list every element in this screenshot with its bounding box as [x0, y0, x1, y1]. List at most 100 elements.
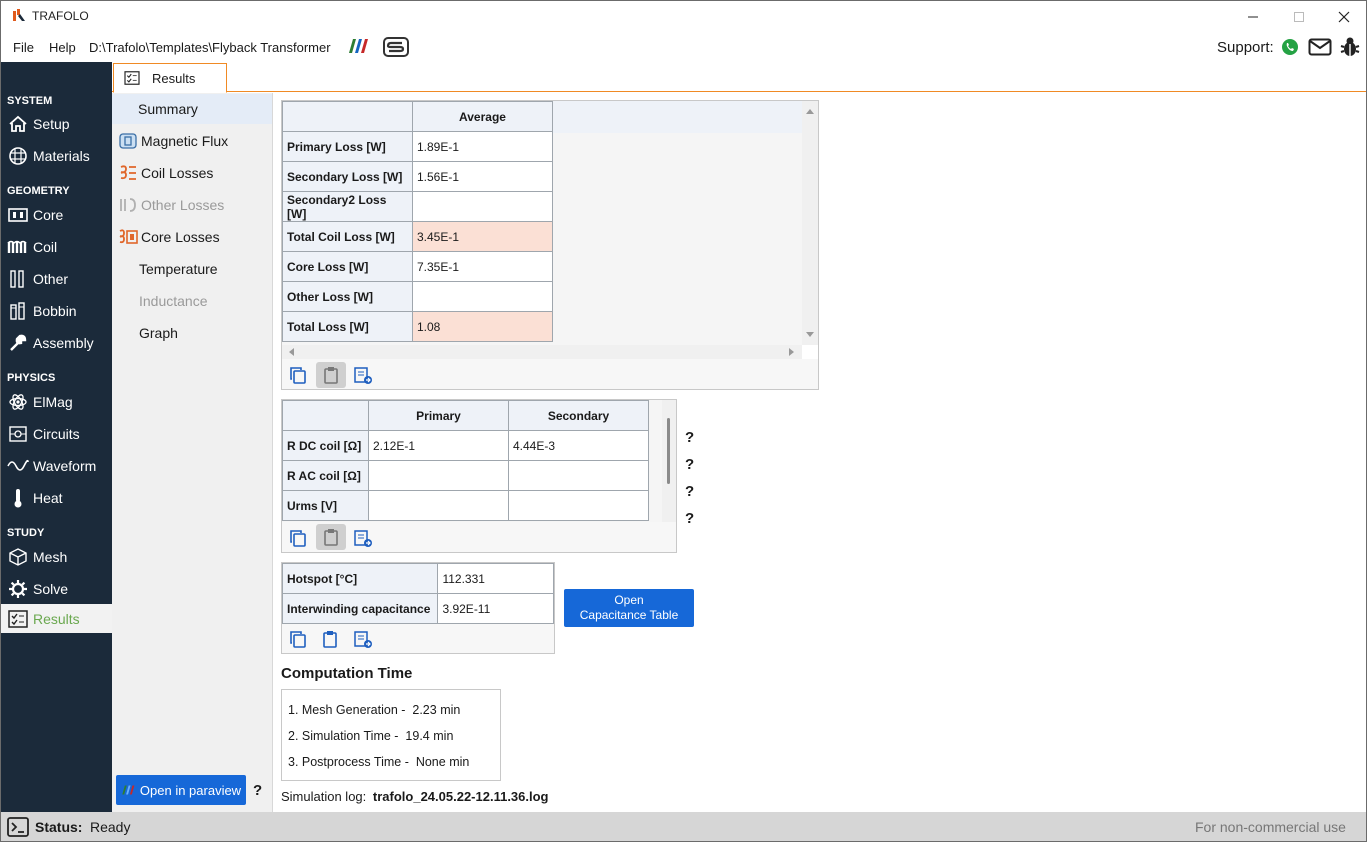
sidebar-item-materials[interactable]: Materials [1, 141, 112, 171]
sidebar-item-label: Coil [33, 239, 58, 255]
table-cell[interactable]: 2.12E-1 [368, 430, 509, 461]
loss-table-viewport: Average Primary Loss [W] 1.89E-1 Secondar… [282, 101, 802, 345]
subnav-magnetic-flux[interactable]: Magnetic Flux [112, 126, 272, 156]
subnav-other-losses[interactable]: Other Losses [112, 190, 272, 220]
subnav-graph[interactable]: Graph [112, 318, 272, 348]
sidebar-item-setup[interactable]: Setup [1, 109, 112, 139]
scroll-left-arrow-icon[interactable] [287, 347, 295, 357]
help-urms-button[interactable]: ? [685, 483, 694, 500]
loss-table-vertical-scrollbar[interactable] [802, 101, 818, 345]
coil-table-vertical-scrollbar[interactable] [662, 400, 676, 522]
status-bar: Status: Ready For non-commercial use [1, 812, 1366, 841]
copy-button[interactable] [286, 627, 310, 651]
computation-value: 19.4 [405, 729, 430, 743]
subnav-label: Summary [138, 101, 198, 117]
coil-table-toolbar [282, 522, 676, 552]
whatsapp-icon[interactable] [1281, 38, 1299, 56]
table-row: R DC coil [Ω] 2.12E-1 4.44E-3 [282, 430, 649, 461]
subnav-coil-losses[interactable]: Coil Losses [112, 158, 272, 188]
loss-table-horizontal-scrollbar[interactable] [282, 345, 802, 359]
table-cell[interactable]: 1.89E-1 [412, 131, 553, 162]
menu-help[interactable]: Help [49, 40, 76, 55]
export-button[interactable] [351, 526, 375, 550]
open-in-paraview-button[interactable]: Open in paraview [116, 775, 246, 805]
export-button[interactable] [351, 363, 375, 387]
tab-results[interactable]: Results [113, 63, 227, 93]
sidebar-item-label: Materials [33, 148, 90, 164]
subnav-inductance[interactable]: Inductance [112, 286, 272, 316]
help-extra-button[interactable]: ? [685, 510, 694, 527]
solver-logo-icon[interactable] [383, 37, 409, 57]
table-cell[interactable] [368, 490, 509, 521]
copy-icon [290, 530, 306, 547]
paste-button[interactable] [316, 362, 346, 388]
copy-button[interactable] [286, 526, 310, 550]
simulation-log-file[interactable]: trafolo_24.05.22-12.11.36.log [373, 789, 549, 804]
close-button[interactable] [1321, 1, 1366, 32]
loss-table-panel: Average Primary Loss [W] 1.89E-1 Secondar… [281, 100, 819, 390]
bug-report-icon[interactable] [1340, 36, 1360, 58]
tab-label: Results [152, 70, 196, 86]
table-cell[interactable]: 112.331 [437, 563, 554, 594]
maximize-icon [1294, 11, 1304, 22]
table-cell[interactable]: 3.92E-11 [437, 593, 554, 624]
sidebar-item-assembly[interactable]: Assembly [1, 328, 112, 358]
sidebar-item-core[interactable]: Core [1, 200, 112, 230]
sidebar-item-solve[interactable]: Solve [1, 574, 112, 604]
subnav-core-losses[interactable]: Core Losses [112, 222, 272, 252]
sidebar-item-coil[interactable]: Coil [1, 232, 112, 262]
terminal-icon[interactable] [7, 817, 29, 837]
scroll-down-arrow-icon[interactable] [805, 331, 815, 339]
subnav-summary[interactable]: Summary [112, 94, 272, 124]
minimize-button[interactable] [1230, 1, 1276, 32]
coil-table-panel: Primary Secondary R DC coil [Ω] 2.12E-1 4.… [281, 399, 677, 553]
mail-icon[interactable] [1308, 38, 1332, 56]
sidebar-section-geometry: GEOMETRY [7, 185, 70, 197]
subnav-label: Core Losses [141, 229, 220, 245]
coil-icon [7, 236, 29, 258]
sidebar-item-waveform[interactable]: Waveform [1, 451, 112, 481]
minimize-icon [1248, 16, 1258, 17]
sidebar-item-mesh[interactable]: Mesh [1, 542, 112, 572]
table-row: Urms [V] [282, 490, 649, 521]
maximize-button[interactable] [1276, 1, 1322, 32]
row-header: Interwinding capacitance [281, 593, 439, 624]
loss-table-toolbar [282, 359, 818, 389]
results-checklist-icon [124, 71, 140, 85]
export-button[interactable] [351, 627, 375, 651]
scrollbar-thumb[interactable] [667, 418, 670, 484]
subnav-temperature[interactable]: Temperature [112, 254, 272, 284]
table-cell[interactable]: 1.56E-1 [412, 161, 553, 192]
sidebar-item-other[interactable]: Other [1, 264, 112, 294]
table-cell[interactable] [508, 490, 649, 521]
sidebar-item-heat[interactable]: Heat [1, 483, 112, 513]
sidebar-item-bobbin[interactable]: Bobbin [1, 296, 112, 326]
paraview-logo-icon[interactable] [347, 38, 369, 54]
table-cell[interactable]: 4.44E-3 [508, 430, 649, 461]
sidebar-item-results[interactable]: Results [1, 604, 112, 633]
table-cell[interactable]: 7.35E-1 [412, 251, 553, 282]
table-cell[interactable] [412, 191, 553, 222]
help-rdc-button[interactable]: ? [685, 429, 694, 446]
sidebar-item-label: Assembly [33, 335, 94, 351]
paraview-help-button[interactable]: ? [253, 782, 262, 799]
help-rac-button[interactable]: ? [685, 456, 694, 473]
scroll-up-arrow-icon[interactable] [805, 107, 815, 115]
table-row: Other Loss [W] [282, 281, 553, 312]
table-cell[interactable] [368, 460, 509, 491]
paste-button[interactable] [316, 524, 346, 550]
row-header: Total Coil Loss [W] [282, 221, 413, 252]
sidebar-item-circuits[interactable]: Circuits [1, 419, 112, 449]
row-header: Primary Loss [W] [282, 131, 413, 162]
open-capacitance-table-button[interactable]: Open Capacitance Table [564, 589, 694, 627]
menu-file[interactable]: File [13, 40, 34, 55]
table-cell[interactable]: 3.45E-1 [412, 221, 553, 252]
table-cell[interactable] [412, 281, 553, 312]
scroll-right-arrow-icon[interactable] [788, 347, 796, 357]
paste-button[interactable] [318, 627, 342, 651]
title-bar: TRAFOLO [1, 1, 1366, 32]
copy-button[interactable] [286, 363, 310, 387]
table-cell[interactable] [508, 460, 649, 491]
table-cell[interactable]: 1.08 [412, 311, 553, 342]
sidebar-item-elmag[interactable]: ElMag [1, 387, 112, 417]
